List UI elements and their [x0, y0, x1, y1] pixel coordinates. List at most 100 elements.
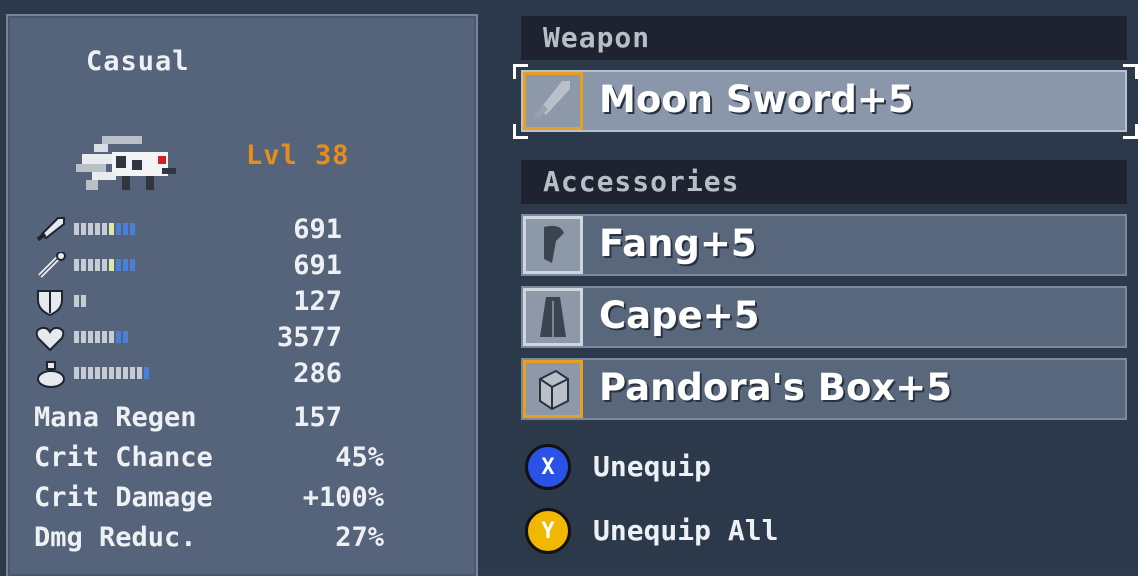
stat-row-mana: 286 — [34, 358, 354, 389]
stat-pip — [74, 331, 79, 343]
accessory-name: Pandora's Box+5 — [599, 366, 953, 409]
stat-label: Crit Chance — [34, 442, 213, 473]
stat-bar — [74, 331, 128, 343]
stat-pip — [95, 259, 100, 271]
stat-pip — [74, 295, 79, 307]
stat-pip — [102, 259, 107, 271]
heart-icon — [35, 326, 65, 352]
stat-row-health: 3577 — [34, 322, 354, 353]
stat-row-attack: 691 — [34, 214, 354, 245]
stat-bar — [74, 367, 149, 379]
weapon-slot-icon — [523, 72, 583, 130]
stat-crit-chance: Crit Chance 45% — [34, 442, 384, 476]
stat-bar — [74, 295, 86, 307]
stat-value: 3577 — [276, 322, 342, 353]
cursor-corner — [1123, 124, 1138, 139]
stat-pip — [116, 259, 121, 271]
stat-pip — [81, 295, 86, 307]
sword-icon — [533, 81, 570, 120]
accessory-slot-1[interactable]: Fang+5 — [521, 214, 1127, 276]
accessory-slot-icon — [523, 360, 583, 418]
stat-pip — [81, 223, 86, 235]
stat-crit-damage: Crit Damage +100% — [34, 482, 384, 516]
accessory-slot-3[interactable]: Pandora's Box+5 — [521, 358, 1127, 420]
weapon-slot[interactable]: Moon Sword+5 — [521, 70, 1127, 132]
character-stats-panel: Casual Lvl 38 691 691 127 3577 286 Mana … — [6, 14, 478, 576]
accessory-name: Cape+5 — [599, 294, 760, 337]
stat-pip — [144, 367, 149, 379]
weapon-section-header: Weapon — [521, 16, 1127, 60]
stat-pip — [81, 367, 86, 379]
potion-icon — [37, 361, 65, 388]
stat-pip — [102, 367, 107, 379]
stat-mana-regen: Mana Regen 157 — [34, 402, 384, 436]
y-button-icon[interactable]: Y — [525, 508, 571, 554]
stat-pip — [130, 259, 135, 271]
stat-pip — [81, 259, 86, 271]
stat-pip — [123, 331, 128, 343]
stat-pip — [109, 331, 114, 343]
stat-value: 691 — [293, 214, 342, 245]
stat-value: 27% — [335, 522, 384, 553]
accessory-slot-icon — [523, 216, 583, 274]
shield-icon — [37, 290, 63, 316]
stat-label: Dmg Reduc. — [34, 522, 197, 553]
character-level: Lvl 38 — [246, 140, 350, 171]
stat-label: Mana Regen — [34, 402, 197, 433]
stat-pip — [109, 367, 114, 379]
stat-pip — [109, 259, 114, 271]
stat-bar — [74, 223, 135, 235]
stat-pip — [88, 259, 93, 271]
stat-label: Crit Damage — [34, 482, 213, 513]
stat-row-defense: 127 — [34, 286, 354, 317]
stat-pip — [88, 331, 93, 343]
cursor-corner — [1123, 64, 1138, 79]
stat-pip — [74, 259, 79, 271]
stat-pip — [81, 331, 86, 343]
accessory-slot-icon — [523, 288, 583, 346]
accessories-section-header: Accessories — [521, 160, 1127, 204]
stat-value: 157 — [293, 402, 342, 433]
staff-icon — [38, 252, 66, 278]
stat-pip — [109, 223, 114, 235]
accessory-name: Fang+5 — [599, 222, 757, 265]
stat-value: +100% — [302, 482, 384, 513]
cape-icon — [540, 297, 566, 337]
stat-pip — [88, 223, 93, 235]
stat-bar — [74, 259, 135, 271]
stat-value: 691 — [293, 250, 342, 281]
sword-icon — [36, 217, 65, 242]
stat-pip — [74, 367, 79, 379]
character-sprite — [76, 136, 176, 190]
stat-pip — [130, 367, 135, 379]
cursor-corner — [513, 124, 528, 139]
stat-pip — [116, 367, 121, 379]
stat-value: 286 — [293, 358, 342, 389]
stat-pip — [102, 223, 107, 235]
stat-value: 127 — [293, 286, 342, 317]
stat-pip — [95, 331, 100, 343]
stat-pip — [95, 223, 100, 235]
stat-row-magic: 691 — [34, 250, 354, 281]
stat-value: 45% — [335, 442, 384, 473]
unequip-all-label: Unequip All — [593, 514, 779, 547]
x-button-icon[interactable]: X — [525, 444, 571, 490]
stat-pip — [123, 223, 128, 235]
stat-pip — [88, 367, 93, 379]
box-icon — [539, 369, 569, 411]
cursor-corner — [513, 64, 528, 79]
weapon-name: Moon Sword+5 — [599, 78, 914, 121]
stat-pip — [95, 367, 100, 379]
stat-pip — [116, 331, 121, 343]
stat-pip — [74, 223, 79, 235]
unequip-label: Unequip — [593, 450, 712, 483]
stat-pip — [116, 223, 121, 235]
stat-pip — [102, 331, 107, 343]
difficulty-label: Casual — [86, 46, 190, 77]
fang-icon — [544, 225, 564, 263]
stat-pip — [137, 367, 142, 379]
stat-pip — [123, 367, 128, 379]
accessory-slot-2[interactable]: Cape+5 — [521, 286, 1127, 348]
stat-pip — [123, 259, 128, 271]
stat-dmg-reduction: Dmg Reduc. 27% — [34, 522, 384, 556]
